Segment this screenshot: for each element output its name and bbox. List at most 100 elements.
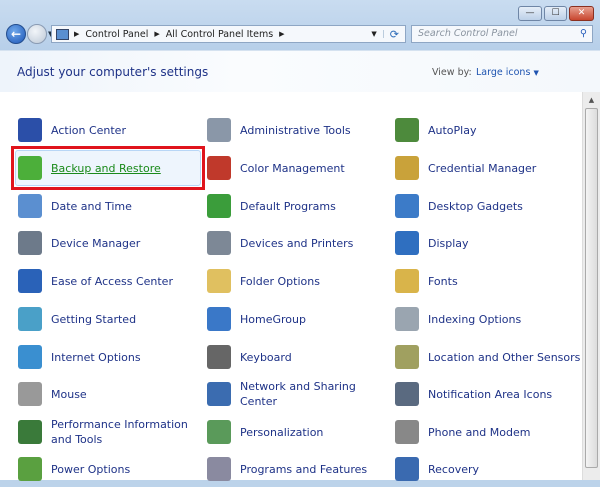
item-label: Performance Information and Tools (51, 418, 188, 446)
administrative-tools-icon (207, 118, 231, 142)
recovery-icon (395, 457, 419, 481)
item-devices-and-printers[interactable]: Devices and Printers (203, 225, 393, 261)
notification-area-icons-icon (395, 382, 419, 406)
address-bar[interactable]: ▶ Control Panel ▶ All Control Panel Item… (51, 25, 406, 43)
item-label: Folder Options (240, 274, 320, 288)
maximize-button[interactable]: ☐ (544, 6, 567, 21)
item-network-and-sharing-center[interactable]: Network and Sharing Center (203, 376, 393, 412)
item-label: Credential Manager (428, 161, 537, 175)
performance-information-and-tools-icon (18, 420, 42, 444)
refresh-icon[interactable]: ⟳ (384, 28, 405, 41)
item-date-and-time[interactable]: Date and Time (14, 188, 204, 224)
display-icon (395, 231, 419, 255)
backup-and-restore-icon (18, 156, 42, 180)
item-color-management[interactable]: Color Management (203, 150, 393, 186)
breadcrumb-all-items[interactable]: All Control Panel Items (166, 29, 273, 40)
scroll-thumb[interactable] (585, 108, 598, 468)
autoplay-icon (395, 118, 419, 142)
item-label: Network and Sharing Center (240, 380, 356, 408)
item-label: Personalization (240, 425, 324, 439)
device-manager-icon (18, 231, 42, 255)
forward-button[interactable] (27, 24, 47, 44)
item-default-programs[interactable]: Default Programs (203, 188, 393, 224)
item-homegroup[interactable]: HomeGroup (203, 301, 393, 337)
search-icon[interactable]: ⚲ (580, 26, 587, 42)
item-internet-options[interactable]: Internet Options (14, 339, 204, 375)
personalization-icon (207, 420, 231, 444)
item-recovery[interactable]: Recovery (391, 451, 581, 487)
item-label: Fonts (428, 274, 458, 288)
item-label: Administrative Tools (240, 123, 351, 137)
item-notification-area-icons[interactable]: Notification Area Icons (391, 376, 581, 412)
mouse-icon (18, 382, 42, 406)
item-label: Mouse (51, 387, 87, 401)
keyboard-icon (207, 345, 231, 369)
item-fonts[interactable]: Fonts (391, 263, 581, 299)
item-personalization[interactable]: Personalization (203, 414, 393, 450)
location-and-other-sensors-icon (395, 345, 419, 369)
item-desktop-gadgets[interactable]: Desktop Gadgets (391, 188, 581, 224)
item-performance-information-and-tools[interactable]: Performance Information and Tools (14, 414, 204, 450)
desktop-gadgets-icon (395, 194, 419, 218)
default-programs-icon (207, 194, 231, 218)
item-label: Keyboard (240, 350, 292, 364)
item-keyboard[interactable]: Keyboard (203, 339, 393, 375)
item-phone-and-modem[interactable]: Phone and Modem (391, 414, 581, 450)
item-display[interactable]: Display (391, 225, 581, 261)
control-panel-icon (56, 28, 69, 40)
item-label: Backup and Restore (51, 161, 161, 175)
item-label: Display (428, 236, 469, 250)
scroll-up-arrow[interactable]: ▲ (583, 92, 600, 108)
item-label: Getting Started (51, 312, 137, 326)
phone-and-modem-icon (395, 420, 419, 444)
breadcrumb-control-panel[interactable]: Control Panel (85, 29, 148, 40)
view-by-dropdown[interactable]: Large icons ▼ (476, 67, 539, 78)
getting-started-icon (18, 307, 42, 331)
item-label: Internet Options (51, 350, 141, 364)
date-and-time-icon (18, 194, 42, 218)
action-center-icon (18, 118, 42, 142)
chevron-right-icon: ▶ (279, 30, 285, 38)
item-programs-and-features[interactable]: Programs and Features (203, 451, 393, 487)
item-action-center[interactable]: Action Center (14, 112, 204, 148)
item-label: Power Options (51, 462, 131, 476)
item-administrative-tools[interactable]: Administrative Tools (203, 112, 393, 148)
chevron-right-icon: ▶ (154, 30, 160, 38)
close-button[interactable]: ✕ (569, 6, 594, 21)
item-label: Notification Area Icons (428, 387, 553, 401)
devices-and-printers-icon (207, 231, 231, 255)
item-indexing-options[interactable]: Indexing Options (391, 301, 581, 337)
chevron-right-icon: ▶ (74, 30, 80, 38)
indexing-options-icon (395, 307, 419, 331)
search-input[interactable]: Search Control Panel ⚲ (411, 25, 593, 43)
back-button[interactable]: ← (6, 24, 26, 44)
item-location-and-other-sensors[interactable]: Location and Other Sensors (391, 339, 581, 375)
item-ease-of-access-center[interactable]: Ease of Access Center (14, 263, 204, 299)
power-options-icon (18, 457, 42, 481)
homegroup-icon (207, 307, 231, 331)
item-label: Recovery (428, 462, 480, 476)
item-device-manager[interactable]: Device Manager (14, 225, 204, 261)
item-power-options[interactable]: Power Options (14, 451, 204, 487)
item-label: Action Center (51, 123, 126, 137)
minimize-button[interactable]: — (518, 6, 542, 21)
item-label: Color Management (240, 161, 345, 175)
page-title: Adjust your computer's settings (17, 65, 209, 79)
item-backup-and-restore[interactable]: Backup and Restore (14, 150, 204, 186)
item-label: Desktop Gadgets (428, 199, 523, 213)
item-getting-started[interactable]: Getting Started (14, 301, 204, 337)
vertical-scrollbar[interactable]: ▲ (582, 92, 600, 480)
item-autoplay[interactable]: AutoPlay (391, 112, 581, 148)
title-bar: — ☐ ✕ ← ▼ ▶ Control Panel ▶ All Control … (0, 0, 600, 50)
view-by-label: View by: (432, 67, 472, 78)
fonts-icon (395, 269, 419, 293)
internet-options-icon (18, 345, 42, 369)
page-header: Adjust your computer's settings View by:… (0, 50, 600, 92)
network-and-sharing-center-icon (207, 382, 231, 406)
item-credential-manager[interactable]: Credential Manager (391, 150, 581, 186)
folder-options-icon (207, 269, 231, 293)
address-dropdown[interactable]: ▼ (365, 30, 384, 38)
item-folder-options[interactable]: Folder Options (203, 263, 393, 299)
item-label: Location and Other Sensors (428, 350, 581, 364)
item-mouse[interactable]: Mouse (14, 376, 204, 412)
